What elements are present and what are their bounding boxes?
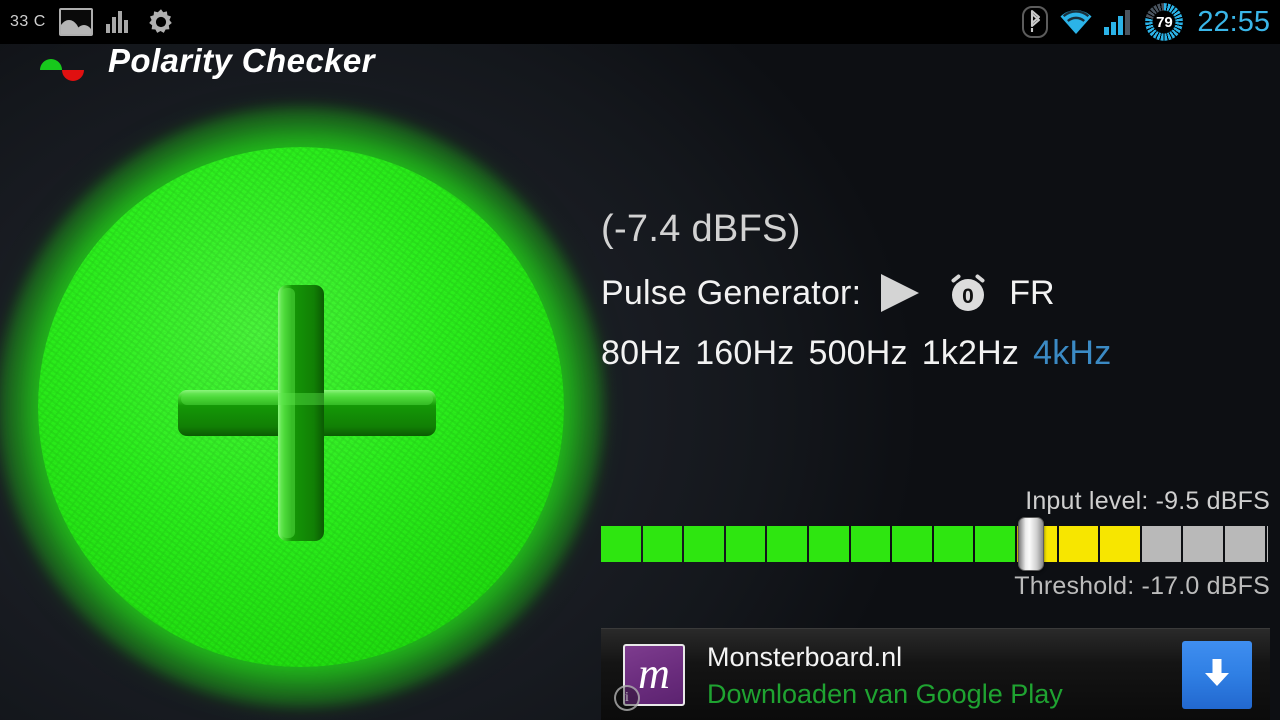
battery-percent: 79 (1156, 13, 1173, 31)
download-arrow-icon (1200, 654, 1234, 697)
ad-banner[interactable]: m i Monsterboard.nl Downloaden van Googl… (601, 628, 1270, 720)
ad-title: Monsterboard.nl (707, 642, 903, 672)
meter-segment (601, 526, 641, 562)
threshold-thumb[interactable] (1018, 517, 1044, 571)
play-icon[interactable] (875, 270, 929, 316)
meter-segment (1141, 526, 1182, 562)
meter-segment (725, 526, 766, 562)
level-meter-area: Input level: -9.5 dBFS Threshold: -17.0 … (601, 487, 1270, 601)
channel-label[interactable]: FR (1009, 274, 1054, 313)
frequency-option-160hz[interactable]: 160Hz (695, 334, 794, 373)
frequency-option-500hz[interactable]: 500Hz (808, 334, 907, 373)
wifi-icon (1059, 9, 1093, 35)
status-bar-right-group: 79 22:55 (1022, 0, 1270, 44)
ad-info-icon[interactable]: i (614, 685, 640, 711)
pulse-generator-row: Pulse Generator: 0 FR (601, 270, 1111, 316)
meter-segment (1183, 526, 1223, 562)
gear-icon[interactable] (145, 6, 177, 38)
app-header: Polarity Checker (0, 42, 1280, 114)
meter-segment (1100, 526, 1140, 562)
ad-download-button[interactable] (1182, 641, 1252, 709)
signal-icon (1104, 9, 1134, 35)
ad-subtitle: Downloaden van Google Play (707, 679, 1063, 709)
readout-panel: (-7.4 dBFS) Pulse Generator: 0 FR 80Hz 1… (601, 210, 1111, 373)
meter-segment (684, 526, 724, 562)
temperature-label: 33 C (10, 13, 46, 30)
meter-segment (809, 526, 849, 562)
polarity-waveform-icon (36, 52, 88, 84)
stopwatch-icon[interactable]: 0 (941, 270, 995, 316)
meter-segment (892, 526, 932, 562)
meter-segment (767, 526, 807, 562)
frequency-option-1k2hz[interactable]: 1k2Hz (922, 334, 1019, 373)
app-title: Polarity Checker (108, 42, 375, 79)
clock-label: 22:55 (1197, 5, 1270, 38)
threshold-label: Threshold: -17.0 dBFS (1014, 572, 1270, 600)
meter-segment (1225, 526, 1265, 562)
frequency-option-80hz[interactable]: 80Hz (601, 334, 681, 373)
meter-segment (642, 526, 683, 562)
polarity-indicator[interactable] (0, 107, 604, 707)
status-bar-left-group: 33 C (10, 0, 177, 44)
bar-chart-icon[interactable] (105, 11, 132, 33)
svg-text:0: 0 (962, 285, 974, 308)
meter-segment (933, 526, 974, 562)
input-level-label: Input level: -9.5 dBFS (1025, 487, 1270, 515)
meter-segment (975, 526, 1015, 562)
frequency-selector: 80Hz 160Hz 500Hz 1k2Hz 4kHz (601, 334, 1111, 373)
bluetooth-icon (1022, 6, 1049, 38)
status-bar: 33 C 79 22:55 (0, 0, 1280, 44)
photo-icon[interactable] (58, 8, 93, 36)
meter-segment (1058, 526, 1099, 562)
ad-icon-letter: m (638, 648, 670, 698)
dbfs-reading: (-7.4 dBFS) (601, 208, 801, 250)
meter-segment (1266, 526, 1268, 562)
frequency-option-4khz[interactable]: 4kHz (1033, 334, 1111, 373)
plus-icon (38, 147, 564, 667)
level-meter-slider[interactable] (601, 517, 1270, 571)
pulse-generator-label: Pulse Generator: (601, 273, 862, 312)
meter-segment (850, 526, 891, 562)
battery-indicator: 79 (1145, 3, 1184, 41)
